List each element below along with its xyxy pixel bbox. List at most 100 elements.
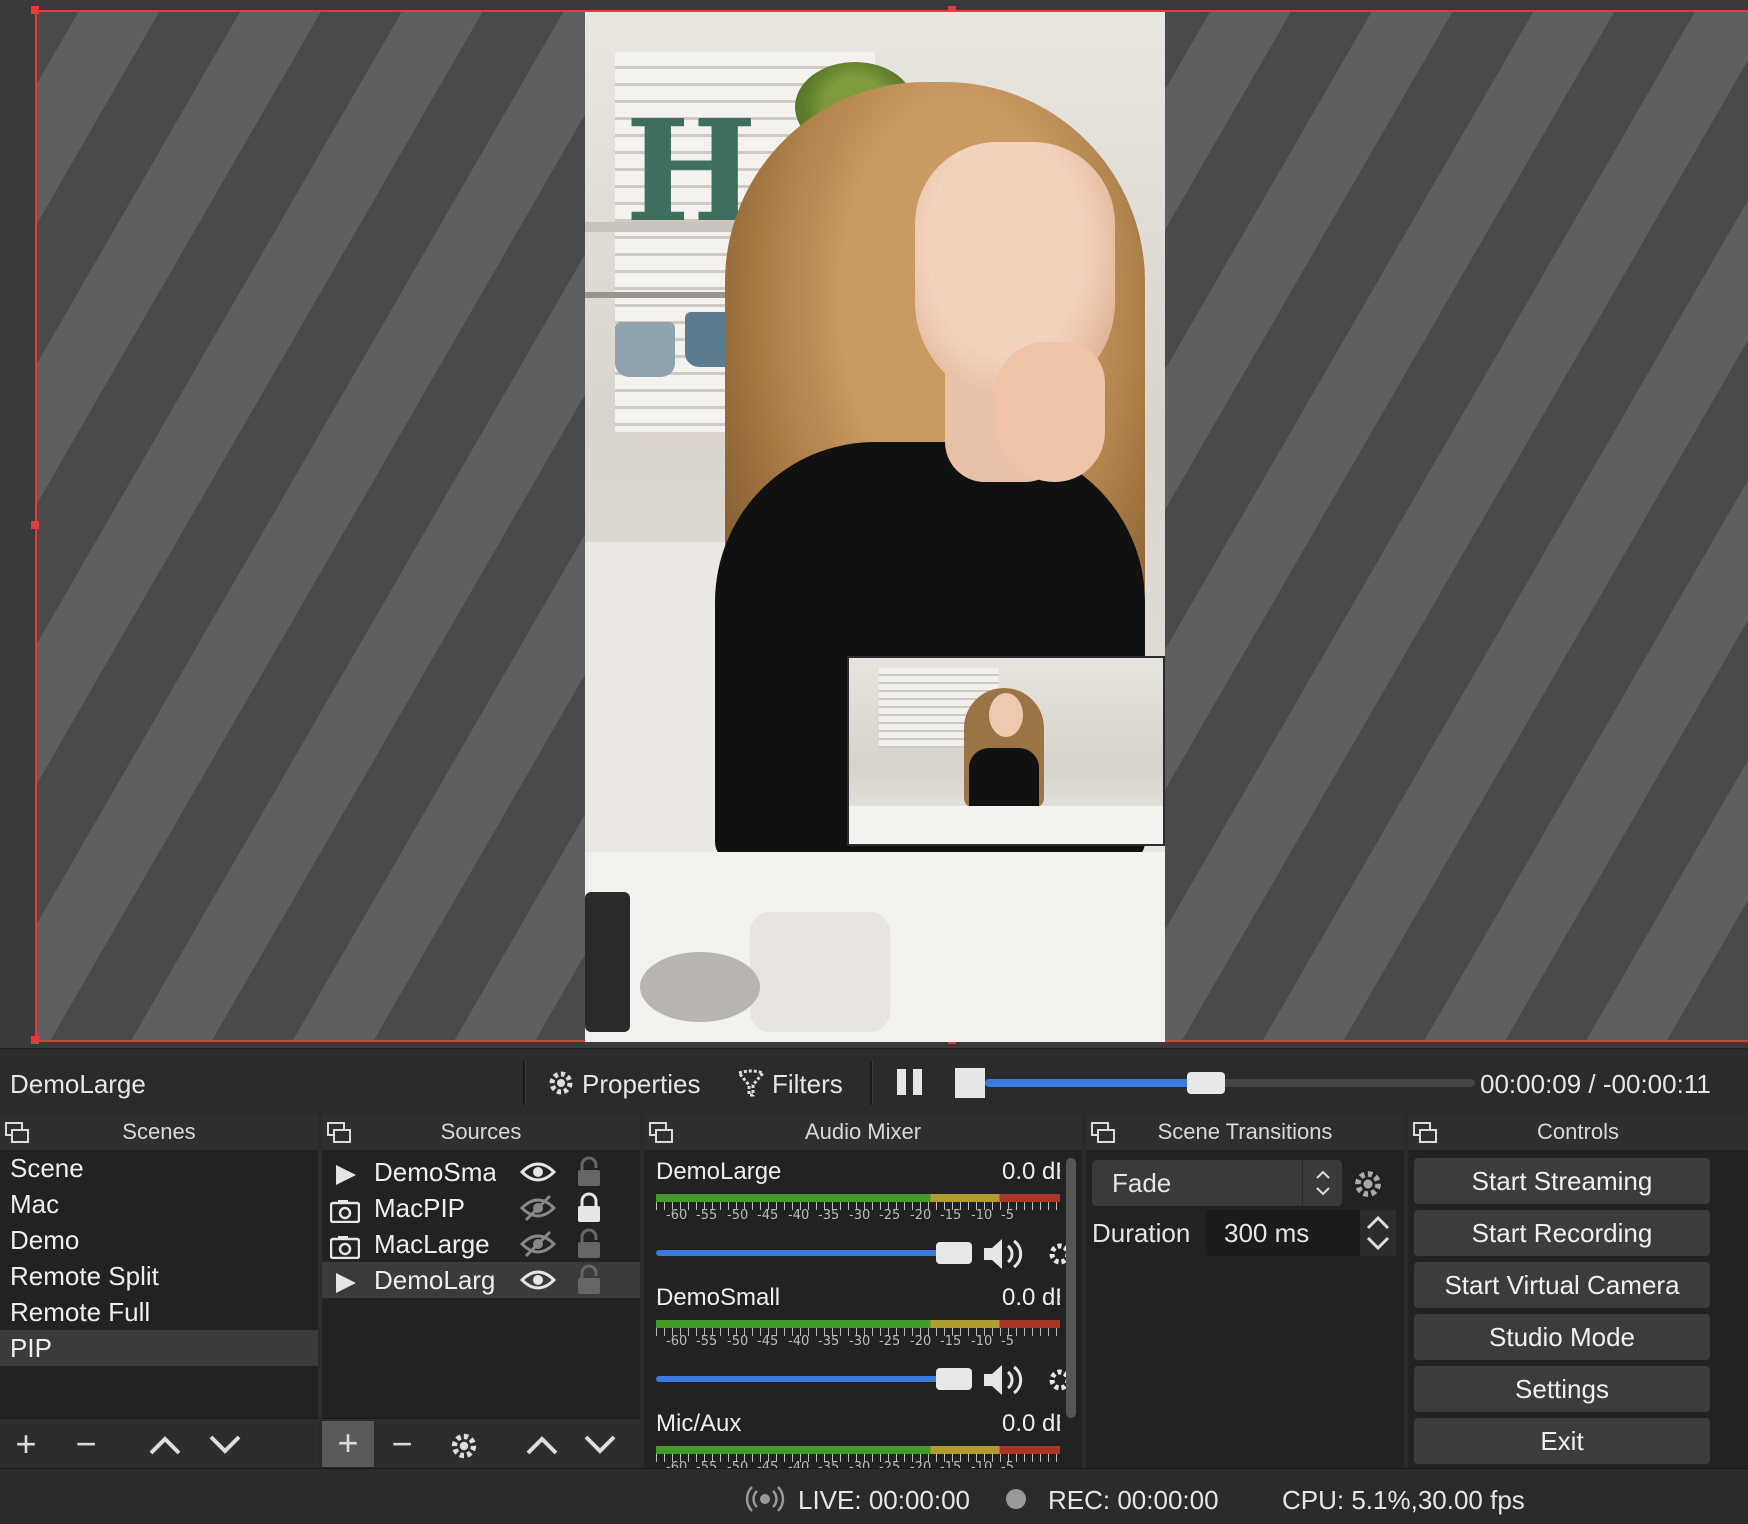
volume-meter <box>656 1320 1060 1328</box>
sources-dock-title: Sources <box>322 1114 640 1150</box>
controls-title: Controls <box>1537 1119 1619 1144</box>
rec-status: REC: 00:00:00 <box>1048 1485 1219 1515</box>
volume-slider-track[interactable] <box>656 1376 956 1382</box>
meter-tick-label: -25 <box>879 1460 901 1468</box>
meter-tick-label: -45 <box>757 1334 779 1349</box>
add-scene-button[interactable]: + <box>6 1426 46 1463</box>
pause-icon[interactable] <box>895 1067 925 1097</box>
source-list[interactable]: DemoSmall MacPIP MacLarge DemoLarge <box>322 1150 640 1298</box>
scene-item[interactable]: PIP <box>0 1330 318 1366</box>
video-source-frame[interactable]: H <box>585 12 1165 1042</box>
source-item[interactable]: MacLarge <box>322 1226 640 1262</box>
scene-item[interactable]: Scene <box>0 1150 318 1186</box>
pip-table <box>849 806 1163 844</box>
duration-value: 300 ms <box>1224 1218 1310 1248</box>
mixer-channel: DemoLarge0.0 dB-60-55-50-45-40-35-30-25-… <box>656 1158 1071 1278</box>
exit-button[interactable]: Exit <box>1414 1418 1710 1464</box>
scene-transitions-dock: Scene Transitions Fade Duration 300 ms <box>1086 1114 1404 1468</box>
speaker-icon[interactable] <box>982 1362 1030 1398</box>
volume-meter <box>656 1446 1060 1454</box>
select-arrows-icon <box>1302 1160 1342 1206</box>
speaker-icon[interactable] <box>982 1236 1030 1272</box>
resize-handle[interactable] <box>31 6 39 14</box>
meter-tick-label: -35 <box>818 1208 840 1223</box>
powder-jar <box>750 912 890 1032</box>
dock-float-icon[interactable] <box>648 1120 674 1144</box>
transitions-dock-title: Scene Transitions <box>1086 1114 1404 1150</box>
scene-item[interactable]: Remote Full <box>0 1294 318 1330</box>
scene-item[interactable]: Demo <box>0 1222 318 1258</box>
dock-float-icon[interactable] <box>1090 1120 1116 1144</box>
pip-overlay[interactable] <box>847 656 1165 846</box>
eye-hidden-icon[interactable] <box>519 1194 557 1222</box>
eye-icon[interactable] <box>519 1158 557 1186</box>
studio-mode-button[interactable]: Studio Mode <box>1414 1314 1710 1360</box>
scene-item[interactable]: Mac <box>0 1186 318 1222</box>
start-virtual-camera-button[interactable]: Start Virtual Camera <box>1414 1262 1710 1308</box>
move-source-up-button[interactable] <box>522 1427 562 1463</box>
remove-scene-button[interactable]: − <box>66 1426 106 1463</box>
mixer-title: Audio Mixer <box>804 1119 922 1144</box>
transition-select[interactable]: Fade <box>1092 1160 1342 1206</box>
start-streaming-button[interactable]: Start Streaming <box>1414 1158 1710 1204</box>
transition-gear-icon[interactable] <box>1350 1166 1386 1202</box>
meter-tick-label: -20 <box>910 1208 932 1223</box>
unlock-icon[interactable] <box>574 1264 604 1296</box>
move-scene-up-button[interactable] <box>145 1427 185 1463</box>
mug <box>615 322 675 377</box>
meter-tick-label: -55 <box>696 1460 718 1468</box>
sources-dock: Sources DemoSmall MacPIP MacLarge DemoLarge… <box>322 1114 640 1468</box>
meter-tick-label: -15 <box>940 1460 962 1468</box>
channel-gear-icon[interactable] <box>1040 1362 1071 1398</box>
duration-stepper-icon[interactable] <box>1360 1210 1396 1256</box>
scene-item[interactable]: Remote Split <box>0 1258 318 1294</box>
start-recording-button[interactable]: Start Recording <box>1414 1210 1710 1256</box>
volume-slider-track[interactable] <box>656 1250 956 1256</box>
unlock-icon[interactable] <box>574 1228 604 1260</box>
eye-hidden-icon[interactable] <box>519 1230 557 1258</box>
mixer-scrollbar[interactable] <box>1066 1158 1076 1418</box>
source-item[interactable]: DemoSmall <box>322 1154 640 1190</box>
mixer-channel: DemoSmall0.0 dB-60-55-50-45-40-35-30-25-… <box>656 1284 1071 1404</box>
move-scene-down-button[interactable] <box>205 1427 245 1463</box>
dock-float-icon[interactable] <box>1412 1120 1438 1144</box>
add-source-button[interactable]: + <box>322 1421 374 1467</box>
source-item[interactable]: MacPIP <box>322 1190 640 1226</box>
volume-slider-knob[interactable] <box>936 1368 972 1390</box>
dock-float-icon[interactable] <box>326 1120 352 1144</box>
media-source-icon <box>330 1268 360 1293</box>
sources-title: Sources <box>440 1119 522 1144</box>
eye-icon[interactable] <box>519 1266 557 1294</box>
remove-source-button[interactable]: − <box>382 1426 422 1463</box>
source-name: DemoLarge <box>374 1265 496 1295</box>
media-seek-knob[interactable] <box>1186 1072 1225 1094</box>
dock-float-icon[interactable] <box>4 1120 30 1144</box>
preview-area[interactable]: H <box>0 0 1748 1048</box>
unlock-icon[interactable] <box>574 1156 604 1188</box>
media-seek-track[interactable] <box>985 1072 1475 1094</box>
channel-gear-icon[interactable] <box>1040 1236 1071 1272</box>
meter-tick-label: -35 <box>818 1334 840 1349</box>
source-properties-gear-icon[interactable] <box>444 1429 484 1465</box>
move-source-down-button[interactable] <box>580 1427 620 1463</box>
volume-slider-knob[interactable] <box>936 1242 972 1264</box>
lock-icon[interactable] <box>574 1192 604 1224</box>
filters-button[interactable]: Filters <box>772 1069 843 1100</box>
audio-mixer-dock: Audio Mixer DemoLarge0.0 dB-60-55-50-45-… <box>644 1114 1082 1468</box>
separator <box>870 1061 873 1105</box>
source-item[interactable]: DemoLarge <box>322 1262 640 1298</box>
meter-tick-label: -10 <box>971 1208 993 1223</box>
meter-tick-label: -35 <box>818 1460 840 1468</box>
meter-tick-label: -30 <box>849 1460 871 1468</box>
meter-tick-label: -10 <box>971 1460 993 1468</box>
settings-button[interactable]: Settings <box>1414 1366 1710 1412</box>
camera-source-icon <box>329 1196 361 1224</box>
properties-button[interactable]: Properties <box>582 1069 701 1100</box>
meter-tick-label: -25 <box>879 1334 901 1349</box>
duration-input[interactable]: 300 ms <box>1206 1210 1396 1256</box>
sources-toolbar: + − <box>322 1418 640 1468</box>
scene-list[interactable]: Scene Mac Demo Remote Split Remote Full PIP <box>0 1150 318 1366</box>
stop-icon[interactable] <box>955 1068 985 1098</box>
resize-handle[interactable] <box>31 1036 39 1044</box>
resize-handle[interactable] <box>31 521 39 529</box>
